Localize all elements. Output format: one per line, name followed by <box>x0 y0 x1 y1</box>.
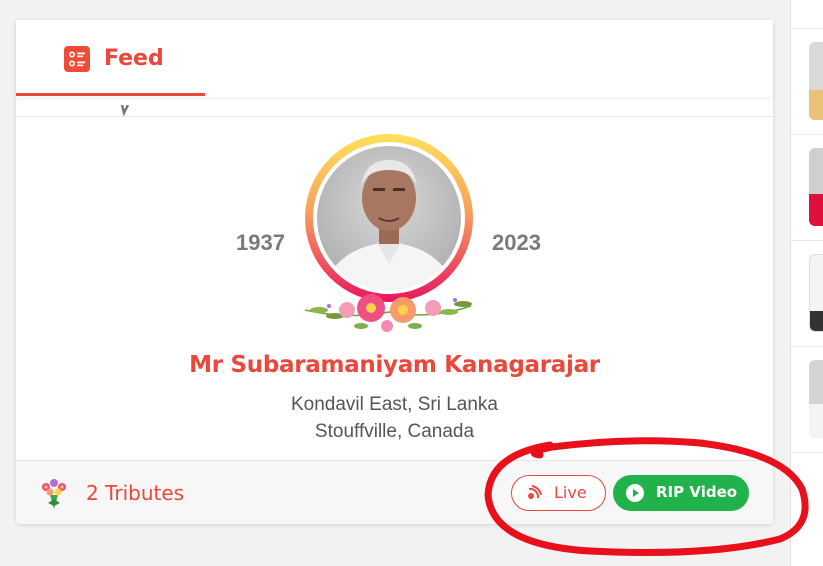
thumbnail-item[interactable] <box>809 360 823 438</box>
page: Feed 1937 2023 Mr Subaramaniyam Kanagara… <box>0 0 823 566</box>
death-year: 2023 <box>492 230 541 255</box>
residence-place: Stouffville, Canada <box>314 421 475 442</box>
rip-video-button-label: RIP Video <box>656 483 738 501</box>
thumbnail-item[interactable] <box>809 148 823 226</box>
strip-divider <box>791 134 823 135</box>
tab-feed[interactable]: Feed <box>16 20 205 97</box>
thumbnail-item[interactable] <box>809 42 823 120</box>
strip-divider <box>791 452 823 453</box>
divider <box>16 116 773 117</box>
strip-divider <box>791 346 823 347</box>
strip-divider <box>791 28 823 29</box>
card-footer: 2 Tributes Live RIP Video <box>16 460 773 524</box>
thumbnail-item[interactable] <box>809 254 823 332</box>
deceased-name[interactable]: Mr Subaramaniyam Kanagarajar <box>16 352 773 378</box>
flower-bouquet-icon <box>36 475 72 511</box>
memorial-card: Feed 1937 2023 Mr Subaramaniyam Kanagara… <box>16 20 773 524</box>
tributes-link[interactable]: 2 Tributes <box>86 481 184 505</box>
live-button[interactable]: Live <box>511 475 606 511</box>
rip-video-button[interactable]: RIP Video <box>613 475 749 511</box>
strip-divider <box>791 240 823 241</box>
birth-year: 1937 <box>236 230 285 255</box>
scrolled-content-edge <box>102 104 132 116</box>
tab-active-indicator <box>16 93 205 96</box>
birth-place: Kondavil East, Sri Lanka <box>290 394 498 415</box>
live-broadcast-icon <box>524 483 544 503</box>
feed-list-icon <box>64 46 90 72</box>
play-circle-icon <box>625 483 645 503</box>
portrait[interactable] <box>299 130 479 348</box>
thumbnail-strip[interactable] <box>790 0 823 566</box>
live-button-label: Live <box>554 483 587 502</box>
tab-feed-label: Feed <box>104 46 164 71</box>
tab-bar: Feed <box>16 20 773 97</box>
